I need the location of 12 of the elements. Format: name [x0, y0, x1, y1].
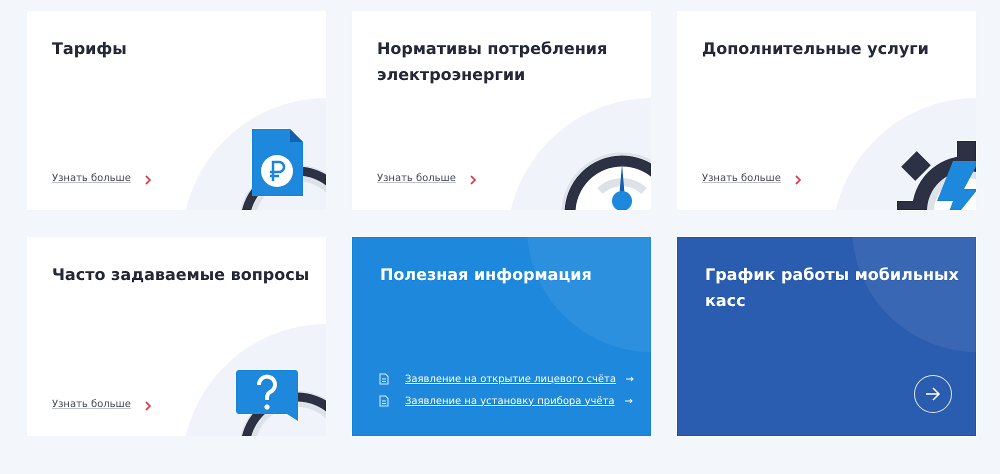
document-link[interactable]: Заявление на открытие лицевого счёта [405, 374, 616, 384]
card-title: Тарифы [52, 38, 128, 60]
card-title: Дополнительные услуги [702, 38, 930, 60]
learn-more-link[interactable]: Узнать больше [377, 173, 456, 184]
learn-more-link[interactable]: Узнать больше [52, 173, 131, 184]
learn-more-link[interactable]: Узнать больше [52, 399, 131, 410]
card-title: Нормативы потребления электроэнергии [377, 38, 608, 86]
learn-more-link[interactable]: Узнать больше [702, 173, 781, 184]
card-title: Часто задаваемые вопросы [52, 264, 310, 286]
card-title: График работы мобильных касс [705, 264, 960, 312]
document-link[interactable]: Заявление на установку прибора учёта [405, 396, 615, 406]
card-title: Полезная информация [380, 264, 593, 286]
